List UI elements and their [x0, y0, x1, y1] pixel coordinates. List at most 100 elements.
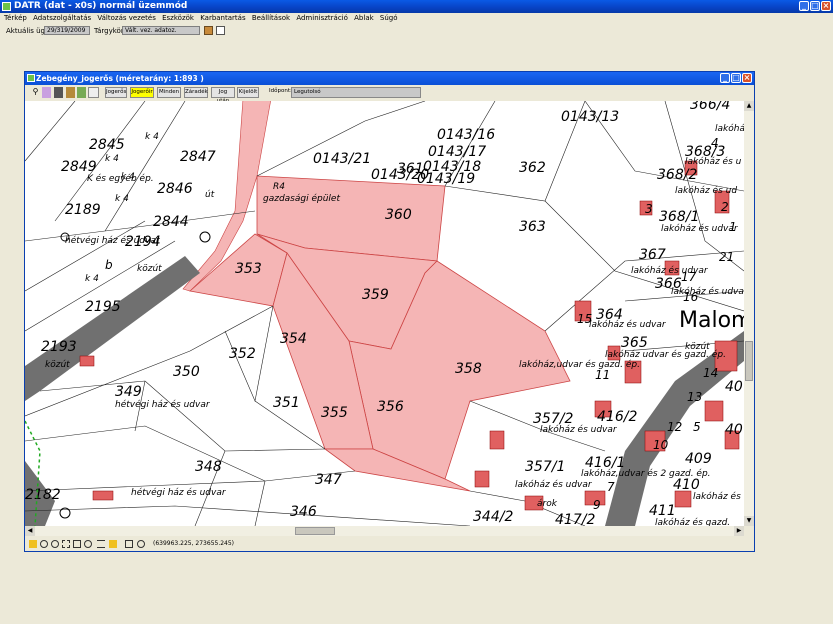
menu-terkep[interactable]: Térkép [4, 14, 27, 22]
svg-text:2189: 2189 [65, 202, 101, 218]
map-statusbar: (639963.225, 273655.245) [25, 537, 754, 551]
minimize-button[interactable]: _ [799, 1, 809, 11]
svg-text:lakóház és u: lakóház és u [685, 156, 742, 167]
map-canvas[interactable]: 360 363 353 359 354 352 358 350 349 351 … [25, 101, 744, 526]
measure-icon[interactable] [97, 540, 105, 548]
print-icon[interactable] [54, 87, 63, 98]
info-icon[interactable] [77, 87, 86, 98]
svg-text:2846: 2846 [157, 181, 193, 197]
svg-text:közút: közút [137, 264, 162, 274]
copy-icon[interactable] [66, 87, 75, 98]
svg-text:2193: 2193 [41, 339, 77, 355]
search-icon[interactable]: ⚲ [31, 87, 40, 98]
document-icon[interactable] [216, 26, 225, 35]
svg-text:7: 7 [607, 480, 615, 494]
map-close-button[interactable]: × [742, 73, 752, 83]
svg-text:hétvégi ház és udvar: hétvégi ház és udvar [115, 399, 211, 410]
svg-text:367: 367 [639, 247, 666, 263]
svg-text:k 4: k 4 [115, 194, 129, 204]
menu-valtozas-vezetes[interactable]: Változás vezetés [97, 14, 155, 22]
svg-text:út: út [205, 190, 215, 200]
svg-text:b: b [105, 258, 113, 272]
svg-text:lakóház és udvar: lakóház és udvar [671, 286, 744, 297]
refresh-icon[interactable] [137, 540, 145, 548]
svg-text:40: 40 [725, 422, 743, 438]
menu-adminisztracio[interactable]: Adminisztráció [296, 14, 348, 22]
vertical-scroll-thumb[interactable] [745, 341, 753, 381]
map-window: Zebegény_jogerős (méretarány: 1:893 ) _ … [24, 71, 755, 552]
horizontal-scroll-thumb[interactable] [295, 527, 335, 535]
horizontal-scrollbar[interactable]: ◀ ▶ [25, 526, 744, 536]
svg-text:344/2: 344/2 [473, 509, 513, 525]
menu-ablak[interactable]: Ablak [354, 14, 374, 22]
pointer-icon[interactable] [29, 540, 37, 548]
svg-text:lakóház: lakóház [715, 123, 744, 134]
svg-text:lakóház,udvar és 2 gazd. ép.: lakóház,udvar és 2 gazd. ép. [581, 468, 711, 479]
svg-text:359: 359 [362, 287, 389, 303]
close-button[interactable]: × [821, 1, 831, 11]
pan-icon[interactable] [62, 540, 70, 548]
svg-text:1: 1 [729, 220, 737, 234]
svg-text:346: 346 [290, 504, 317, 520]
svg-text:348: 348 [195, 459, 222, 475]
case-field[interactable]: 29/319/2009 [44, 26, 90, 35]
svg-text:4: 4 [711, 136, 719, 150]
zoom-in-icon[interactable] [40, 540, 48, 548]
svg-text:R4: R4 [273, 182, 285, 192]
svg-text:2845: 2845 [89, 137, 125, 153]
malom-street-label: Malom [679, 308, 744, 333]
highlight-icon[interactable] [109, 540, 117, 548]
map-window-title: Zebegény_jogerős (méretarány: 1:893 ) [36, 74, 204, 83]
app-titlebar: DATR (dat - x0s) normál üzemmód _ □ × [0, 0, 833, 13]
svg-text:lakóház és gazd.: lakóház és gazd. [655, 517, 730, 526]
jogeros-button[interactable]: Jogerős [105, 87, 127, 98]
svg-text:lakóház és ud: lakóház és ud [675, 185, 737, 196]
menu-adatszolgaltatas[interactable]: Adatszolgáltatás [33, 14, 91, 22]
frame-icon[interactable] [88, 87, 99, 98]
svg-text:0143/17: 0143/17 [428, 144, 486, 160]
svg-text:2195: 2195 [85, 299, 121, 315]
svg-text:12: 12 [667, 420, 682, 434]
map-window-titlebar: Zebegény_jogerős (méretarány: 1:893 ) _ … [25, 72, 754, 85]
select-icon[interactable] [125, 540, 133, 548]
map-window-icon [27, 74, 35, 82]
zoom-out-icon[interactable] [51, 540, 59, 548]
menu-sugo[interactable]: Súgó [380, 14, 398, 22]
jog-utan-button[interactable]: Jog után [211, 87, 235, 104]
vertical-scrollbar[interactable]: ▲ ▼ [744, 101, 754, 526]
zoom-window-icon[interactable] [73, 540, 81, 548]
idopont-field[interactable]: Legutolsó [291, 87, 421, 98]
map-minimize-button[interactable]: _ [720, 73, 730, 83]
svg-text:lakóház és udvar: lakóház és udvar [589, 319, 667, 330]
svg-text:358: 358 [455, 361, 482, 377]
svg-text:2844: 2844 [153, 214, 189, 230]
full-extent-icon[interactable] [84, 540, 92, 548]
kijelolt-button[interactable]: Kijelölt [237, 87, 259, 98]
zaradek-button[interactable]: Záradék [184, 87, 208, 98]
map-maximize-button[interactable]: □ [731, 73, 741, 83]
subject-field[interactable]: Vált. vez. adatoz. [122, 26, 200, 35]
svg-text:3: 3 [645, 202, 653, 216]
minden-button[interactable]: Minden [157, 87, 181, 98]
app-icon [2, 2, 11, 11]
jogeroir-button[interactable]: Jogerőir [130, 87, 154, 98]
svg-text:368/1: 368/1 [659, 209, 699, 225]
highlighted-parcels[interactable] [189, 175, 571, 492]
svg-text:0143/16: 0143/16 [437, 127, 495, 143]
svg-text:k 4: k 4 [145, 132, 159, 142]
layers-icon[interactable] [42, 87, 51, 98]
svg-text:hétvégi ház és udvar: hétvégi ház és udvar [65, 235, 161, 246]
menu-beallitasok[interactable]: Beállítások [252, 14, 290, 22]
menu-karbantartas[interactable]: Karbantartás [200, 14, 245, 22]
maximize-button[interactable]: □ [810, 1, 820, 11]
svg-text:lakóház és udvar: lakóház és udvar [631, 265, 709, 276]
svg-text:17: 17 [681, 270, 697, 284]
menu-eszkozok[interactable]: Eszközök [162, 14, 194, 22]
svg-text:árok: árok [537, 499, 558, 509]
svg-text:k 4: k 4 [121, 172, 135, 182]
svg-text:k 4: k 4 [85, 274, 99, 284]
svg-text:416/2: 416/2 [597, 409, 637, 425]
person-icon[interactable] [204, 26, 213, 35]
svg-text:368/2: 368/2 [657, 167, 697, 183]
svg-text:gazdasági épület: gazdasági épület [263, 193, 340, 204]
